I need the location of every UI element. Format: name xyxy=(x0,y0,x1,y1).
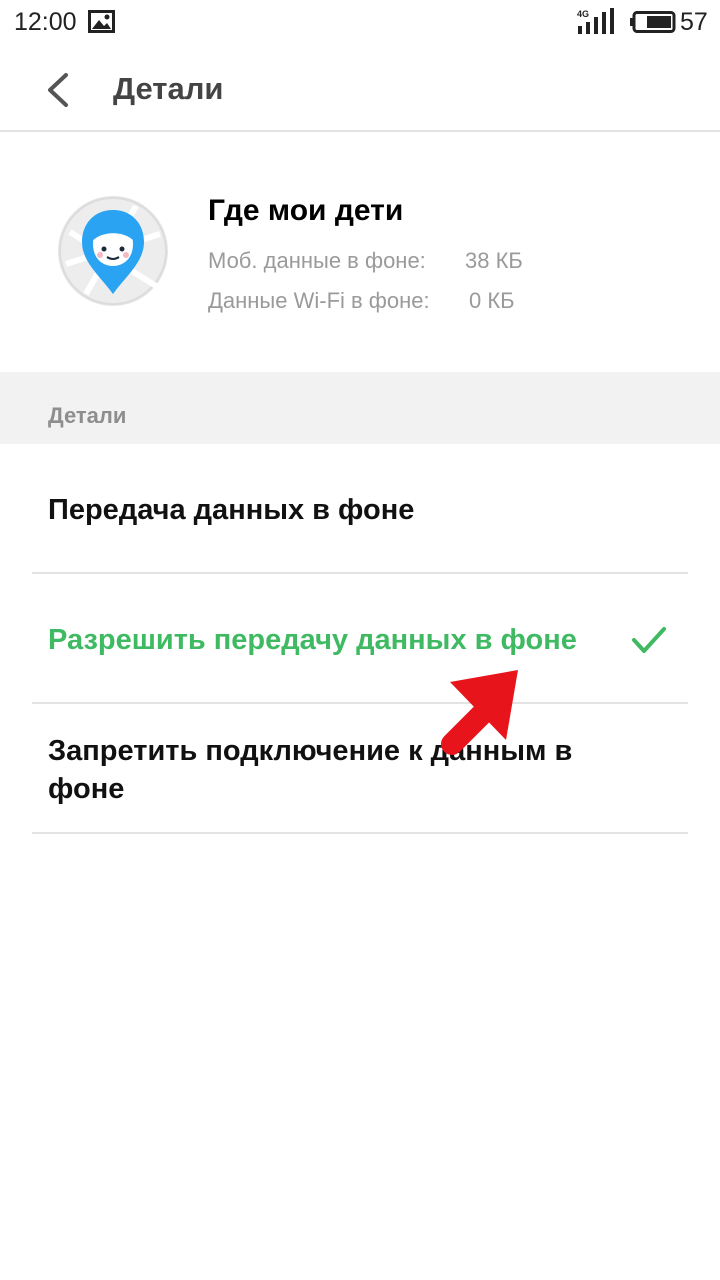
list-item-label: Запретить подключение к данным в фоне xyxy=(48,735,573,805)
signal-icon: 4G xyxy=(577,8,614,34)
list-item-allow-background-data[interactable]: Разрешить передачу данных в фоне xyxy=(32,574,688,704)
red-arrow-annotation xyxy=(441,670,518,755)
mobile-data-label: Моб. данные в фоне: xyxy=(208,248,426,273)
check-icon xyxy=(632,627,666,653)
toolbar: Детали xyxy=(0,44,720,132)
network-type-label: 4G xyxy=(577,9,589,19)
back-button[interactable] xyxy=(30,62,86,118)
list-item-label: Разрешить передачу данных в фоне xyxy=(48,624,577,656)
gallery-icon xyxy=(88,10,115,33)
app-icon xyxy=(58,196,168,306)
chevron-left-icon xyxy=(48,73,68,107)
status-time: 12:00 xyxy=(14,8,77,36)
page-title: Детали xyxy=(113,71,224,106)
battery-level: 57 xyxy=(680,8,708,36)
app-name: Где мои дети xyxy=(208,194,404,227)
section-header: Детали xyxy=(0,372,720,444)
list-item-background-data[interactable]: Передача данных в фоне xyxy=(32,444,688,574)
mobile-data-value: 38 КБ xyxy=(465,248,523,273)
wifi-data-label: Данные Wi-Fi в фоне: xyxy=(208,288,430,313)
list-item-label: Передача данных в фоне xyxy=(48,494,415,526)
status-bar: 12:00 4G 57 xyxy=(0,0,720,44)
battery-icon xyxy=(630,11,676,33)
list-item-block-background-data[interactable]: Запретить подключение к данным в фоне xyxy=(32,704,688,834)
wifi-data-value: 0 КБ xyxy=(469,288,515,313)
section-header-label: Детали xyxy=(48,403,127,428)
